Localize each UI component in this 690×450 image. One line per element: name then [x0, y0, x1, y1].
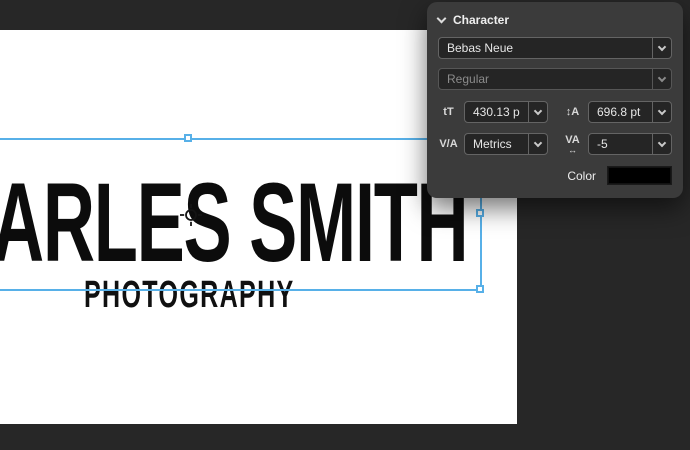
color-row: Color [438, 166, 672, 185]
selection-handle-top-center[interactable] [184, 134, 192, 142]
font-family-dropdown[interactable]: Bebas Neue [438, 37, 672, 59]
kerning-value: Metrics [465, 134, 528, 154]
text-color-swatch[interactable] [607, 166, 672, 185]
selection-box-bottom-edge [0, 289, 482, 291]
selection-handle-bottom-right[interactable] [476, 285, 484, 293]
kerning-icon: V/A [438, 139, 459, 150]
leading-icon: ↕A [562, 107, 583, 118]
tracking-value: -5 [589, 134, 652, 154]
selection-box-top-edge [0, 138, 482, 140]
panel-collapse-chevron-icon[interactable] [437, 13, 447, 23]
tracking-icon: VA ↔ [562, 135, 583, 154]
font-family-chevron-icon[interactable] [652, 38, 671, 58]
subheadline-text-layer[interactable]: PHOTOGRAPHY [84, 276, 295, 314]
character-panel: Character Bebas Neue Regular tT 430.13 p… [427, 2, 683, 198]
font-style-chevron-icon[interactable] [652, 69, 671, 89]
kerning-chevron-icon[interactable] [528, 134, 547, 154]
leading-chevron-icon[interactable] [652, 102, 671, 122]
font-size-control: tT 430.13 p [438, 101, 548, 123]
move-crosshair-cursor-icon [180, 204, 202, 226]
app-window: ARLES SMITH PHOTOGRAPHY Character Bebas … [0, 0, 690, 450]
color-label: Color [567, 169, 596, 183]
font-size-dropdown[interactable]: 430.13 p [464, 101, 548, 123]
font-size-chevron-icon[interactable] [528, 102, 547, 122]
type-settings-grid: tT 430.13 p ↕A 696.8 pt V/A Metrics [438, 101, 672, 155]
font-style-dropdown[interactable]: Regular [438, 68, 672, 90]
selection-handle-right-middle[interactable] [476, 209, 484, 217]
tracking-chevron-icon[interactable] [652, 134, 671, 154]
font-size-icon: tT [438, 107, 459, 118]
headline-text-layer[interactable]: ARLES SMITH [0, 167, 467, 279]
character-panel-header: Character [438, 11, 672, 29]
tracking-control: VA ↔ -5 [562, 133, 672, 155]
font-size-value: 430.13 p [465, 102, 528, 122]
font-style-value: Regular [439, 69, 652, 89]
leading-control: ↕A 696.8 pt [562, 101, 672, 123]
kerning-control: V/A Metrics [438, 133, 548, 155]
font-family-value: Bebas Neue [439, 38, 652, 58]
leading-dropdown[interactable]: 696.8 pt [588, 101, 672, 123]
leading-value: 696.8 pt [589, 102, 652, 122]
kerning-dropdown[interactable]: Metrics [464, 133, 548, 155]
tracking-dropdown[interactable]: -5 [588, 133, 672, 155]
panel-title: Character [453, 13, 509, 27]
